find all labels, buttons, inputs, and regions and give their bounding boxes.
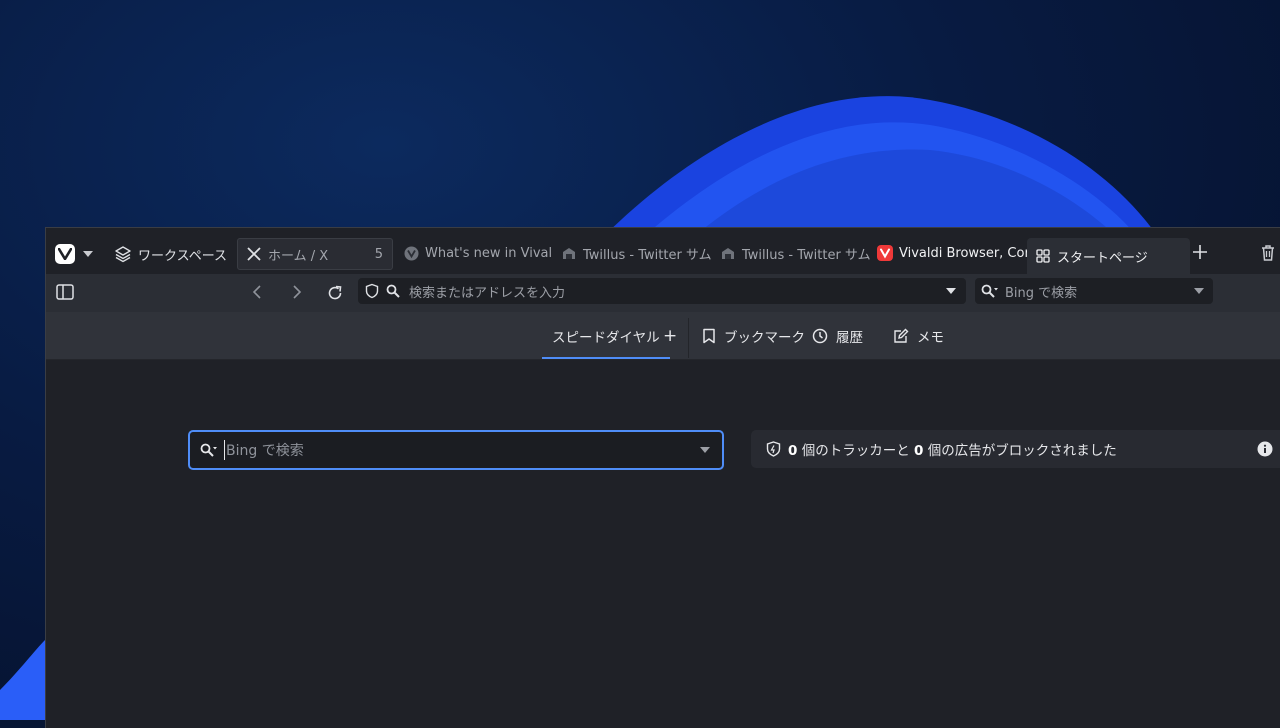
bookmarks-label: ブックマーク	[724, 329, 805, 346]
search-icon	[386, 284, 400, 298]
tab-title: What's new in Vival	[425, 245, 552, 261]
tab-title: Twillus - Twitter サム	[583, 247, 711, 263]
tab-bar: ワークスペース ホーム / X 5 What's new in Vival Tw…	[46, 228, 1280, 274]
shield-icon[interactable]	[364, 283, 380, 299]
tab-title: スタートページ	[1057, 250, 1148, 266]
tab-title: Vivaldi Browser, Cor	[899, 245, 1029, 261]
new-tab-plus-icon[interactable]	[1192, 244, 1208, 260]
side-panel-icon[interactable]	[56, 284, 74, 300]
pencil-icon	[894, 328, 909, 343]
tab-vivaldi-browser[interactable]: Vivaldi Browser, Cor	[869, 238, 1029, 268]
tab-title: Twillus - Twitter サム	[742, 247, 870, 263]
clock-icon	[812, 328, 828, 343]
bookmark-icon	[703, 328, 715, 343]
tracker-text: 個のトラッカーと	[801, 443, 910, 459]
start-page-nav: スピードダイヤル + ブックマーク 履歴 メモ	[46, 312, 1280, 360]
notes-label: メモ	[917, 329, 944, 346]
layers-icon	[115, 246, 131, 263]
tab-count-badge: 5	[374, 246, 383, 262]
search-engine-icon	[981, 284, 998, 298]
ad-text: 個の広告がブロックされました	[927, 443, 1117, 459]
toolbar-search-field[interactable]: Bing で検索	[975, 278, 1213, 304]
back-icon[interactable]	[250, 284, 264, 300]
ad-count: 0	[914, 443, 924, 459]
trash-icon[interactable]	[1260, 244, 1276, 262]
vivaldi-gray-icon	[403, 245, 419, 261]
vivaldi-menu-caret-icon[interactable]	[83, 251, 93, 257]
tab-speed-dial[interactable]: スピードダイヤル	[542, 312, 670, 359]
tab-whats-new[interactable]: What's new in Vival	[395, 238, 552, 268]
chevron-down-icon[interactable]	[700, 447, 710, 453]
vivaldi-logo-icon[interactable]	[55, 244, 75, 264]
url-field[interactable]: 検索またはアドレスを入力	[358, 278, 966, 304]
workspace-label: ワークスペース	[138, 248, 228, 264]
grid-icon	[1035, 248, 1051, 264]
tab-twillus-1[interactable]: Twillus - Twitter サム	[553, 238, 711, 268]
url-placeholder: 検索またはアドレスを入力	[409, 285, 566, 301]
tab-twillus-2[interactable]: Twillus - Twitter サム	[712, 238, 870, 268]
reload-icon[interactable]	[326, 284, 344, 302]
tab-history[interactable]: 履歴	[812, 312, 863, 359]
workspace-button[interactable]: ワークスペース	[114, 241, 250, 267]
browser-window: ワークスペース ホーム / X 5 What's new in Vival Tw…	[45, 227, 1280, 728]
start-page-search-input[interactable]: Bing で検索	[188, 430, 724, 470]
tracker-blocker-summary[interactable]: 0 個のトラッカーと 0 個の広告がブロックされました	[751, 430, 1280, 468]
address-toolbar: 検索またはアドレスを入力 Bing で検索	[46, 274, 1280, 312]
shield-icon	[766, 441, 781, 457]
search-placeholder: Bing で検索	[1005, 285, 1078, 301]
search-engine-icon	[200, 443, 217, 457]
tab-x-home[interactable]: ホーム / X 5	[237, 238, 393, 270]
tab-bookmarks[interactable]: ブックマーク	[702, 312, 805, 359]
history-label: 履歴	[836, 329, 863, 346]
tracker-count: 0	[788, 443, 798, 459]
search-placeholder: Bing で検索	[224, 440, 304, 460]
vivaldi-red-icon	[877, 245, 893, 261]
plus-label: +	[663, 325, 678, 346]
nav-divider	[688, 318, 689, 358]
twillus-icon	[561, 245, 577, 261]
twillus-icon	[720, 245, 736, 261]
url-dropdown-icon[interactable]	[946, 288, 956, 294]
info-icon[interactable]	[1257, 441, 1273, 457]
tab-start-page[interactable]: スタートページ	[1027, 238, 1190, 274]
chevron-down-icon[interactable]	[1194, 288, 1204, 294]
tab-notes[interactable]: メモ	[893, 312, 944, 359]
tab-title: ホーム / X	[268, 248, 329, 264]
forward-icon[interactable]	[290, 284, 304, 300]
x-icon	[246, 246, 262, 262]
speed-dial-label: スピードダイヤル	[552, 329, 660, 346]
start-page-content: Bing で検索 0 個のトラッカーと 0 個の広告がブロックされました	[46, 360, 1280, 728]
add-speed-dial-button[interactable]: +	[663, 312, 677, 359]
